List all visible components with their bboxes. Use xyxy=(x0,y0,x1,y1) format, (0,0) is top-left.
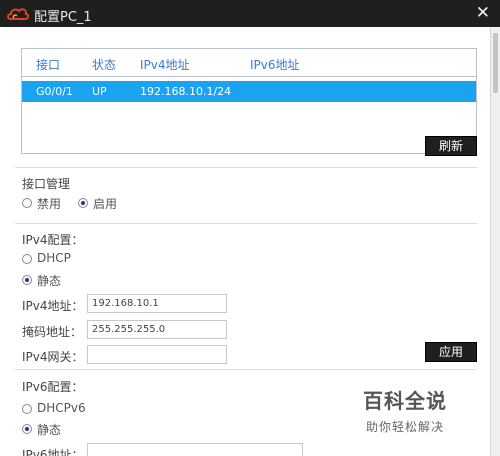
ipv4-gateway-label: IPv4网关： xyxy=(22,350,84,364)
watermark: 百科全说 助你轻松解决 xyxy=(347,381,463,453)
table-header: 接口 状态 IPv4地址 IPv6地址 xyxy=(22,49,476,77)
interface-table: 接口 状态 IPv4地址 IPv6地址 G0/0/1 UP 192.168.10… xyxy=(21,48,477,154)
ipv4-static-label: 静态 xyxy=(37,274,62,288)
ipv4-config-label: IPv4配置： xyxy=(22,233,84,247)
apply-button[interactable]: 应用 xyxy=(425,342,477,362)
ipv4-dhcp-radio[interactable] xyxy=(22,254,32,264)
cell-status: UP xyxy=(92,85,107,98)
window-title: 配置PC_1 xyxy=(34,10,92,25)
ipv4-static-radio[interactable] xyxy=(22,275,32,285)
ipv6-dhcpv6-radio[interactable] xyxy=(22,404,32,414)
enable-radio-label: 启用 xyxy=(93,197,118,211)
ipv4-gateway-input[interactable] xyxy=(87,345,227,364)
column-header-interface: 接口 xyxy=(36,58,61,72)
ipv6-static-label: 静态 xyxy=(37,423,62,437)
enable-radio[interactable] xyxy=(78,198,88,208)
watermark-title: 百科全说 xyxy=(363,389,447,413)
ipv6-static-radio[interactable] xyxy=(22,424,32,434)
table-row[interactable]: G0/0/1 UP 192.168.10.1/24 xyxy=(22,81,476,102)
ipv6-config-label: IPv6配置： xyxy=(22,380,84,394)
refresh-button[interactable]: 刷新 xyxy=(425,136,477,156)
subnet-mask-label: 掩码地址： xyxy=(22,325,83,339)
column-header-status: 状态 xyxy=(92,58,117,72)
disable-radio-label: 禁用 xyxy=(37,197,62,211)
cell-interface: G0/0/1 xyxy=(36,85,73,98)
title-bar: 配置PC_1 ✕ xyxy=(0,0,500,27)
divider xyxy=(15,223,477,224)
ipv6-address-label: IPv6地址： xyxy=(22,448,84,456)
divider xyxy=(15,369,477,370)
ipv6-dhcpv6-label: DHCPv6 xyxy=(37,401,86,415)
scrollbar-thumb[interactable] xyxy=(493,33,498,93)
ipv4-address-label: IPv4地址： xyxy=(22,299,84,313)
ipv4-address-input[interactable]: 192.168.10.1 xyxy=(87,294,227,313)
interface-management-label: 接口管理 xyxy=(22,177,71,191)
config-panel: 接口 状态 IPv4地址 IPv6地址 G0/0/1 UP 192.168.10… xyxy=(0,27,490,456)
ipv4-dhcp-label: DHCP xyxy=(37,251,71,265)
column-header-ipv4: IPv4地址 xyxy=(140,58,190,72)
vertical-scrollbar[interactable] xyxy=(490,27,500,456)
divider xyxy=(15,167,477,168)
close-icon[interactable]: ✕ xyxy=(476,3,490,23)
column-header-ipv6: IPv6地址 xyxy=(250,58,300,72)
watermark-subtitle: 助你轻松解决 xyxy=(365,420,444,434)
disable-radio[interactable] xyxy=(22,198,32,208)
subnet-mask-input[interactable]: 255.255.255.0 xyxy=(87,320,227,339)
cell-ipv4: 192.168.10.1/24 xyxy=(140,85,232,98)
ipv6-address-input[interactable] xyxy=(87,443,303,456)
cloud-logo-icon xyxy=(7,8,30,20)
